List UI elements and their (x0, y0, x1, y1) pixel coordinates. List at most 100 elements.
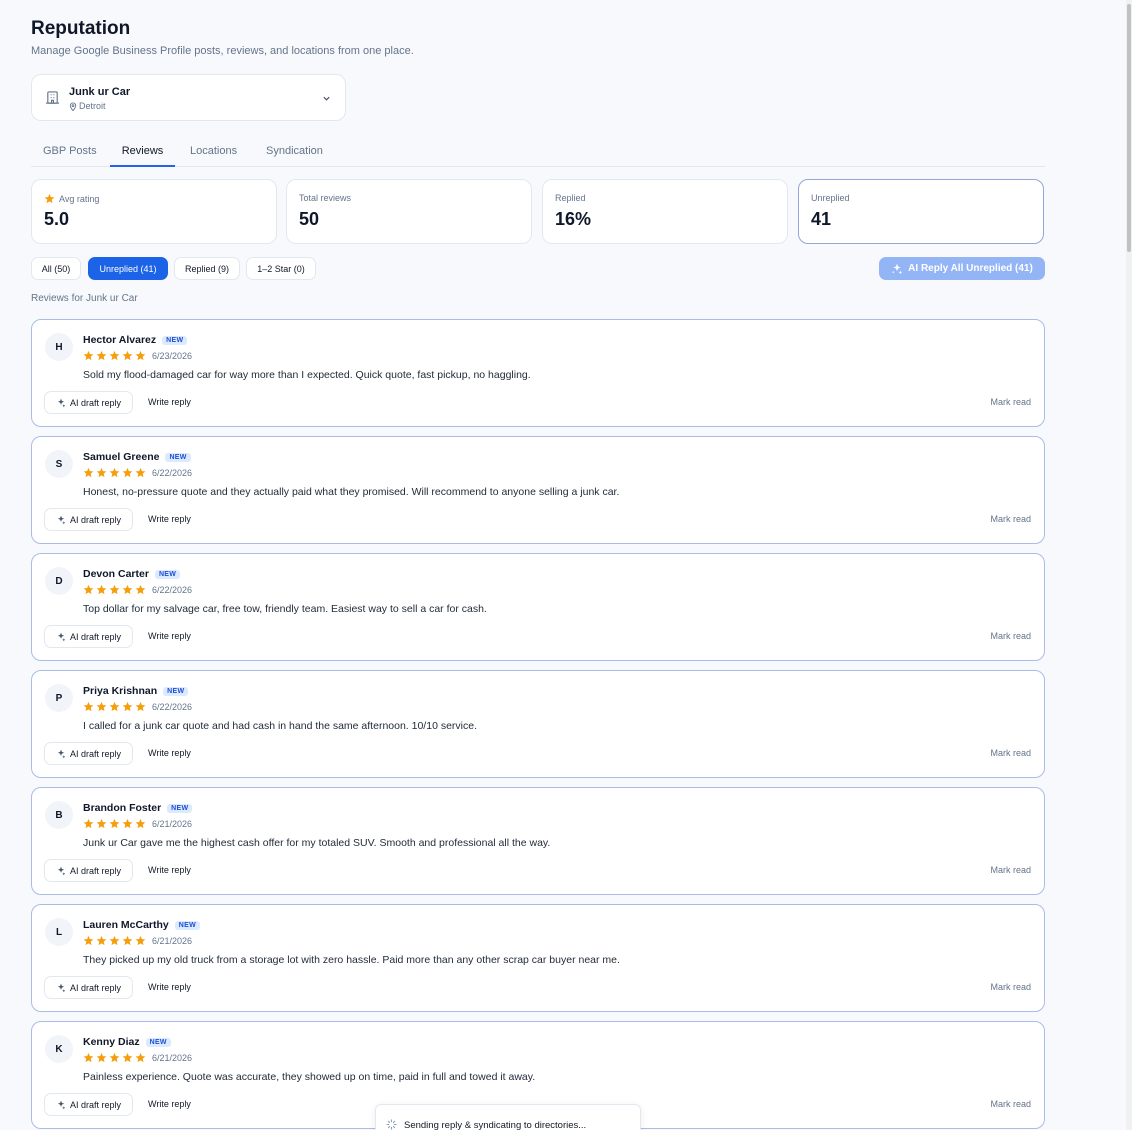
star-icon (122, 701, 133, 712)
review-date: 6/21/2026 (152, 818, 193, 829)
avatar: B (45, 801, 73, 829)
review-date: 6/22/2026 (152, 584, 193, 595)
review-date: 6/23/2026 (152, 350, 193, 361)
sparkle-icon (57, 1100, 66, 1109)
business-name: Junk ur Car (69, 86, 131, 98)
stat-label: Replied (555, 193, 586, 203)
star-icon (122, 818, 133, 829)
star-icon (122, 467, 133, 478)
page-title: Reputation (31, 18, 131, 39)
star-icon (122, 935, 133, 946)
map-pin-icon (69, 102, 77, 111)
stars-group (83, 701, 146, 712)
mark-read-button[interactable]: Mark read (990, 514, 1031, 524)
star-icon (96, 350, 107, 361)
ai-draft-reply-button[interactable]: AI draft reply (44, 859, 133, 882)
review-date: 6/22/2026 (152, 467, 193, 478)
mark-read-button[interactable]: Mark read (990, 865, 1031, 875)
scrollbar-thumb[interactable] (1127, 4, 1131, 252)
write-reply-button[interactable]: Write reply (148, 1099, 191, 1109)
ai-draft-reply-label: AI draft reply (69, 631, 122, 642)
star-icon (109, 584, 120, 595)
stars-group (83, 1052, 146, 1063)
sparkle-icon (57, 632, 66, 641)
ai-draft-reply-button[interactable]: AI draft reply (44, 508, 133, 531)
star-icon (109, 350, 120, 361)
new-badge: NEW (145, 1037, 171, 1047)
star-icon (83, 467, 94, 478)
mark-read-button[interactable]: Mark read (990, 748, 1031, 758)
ai-draft-reply-label: AI draft reply (69, 514, 122, 525)
business-selector[interactable]: Junk ur Car Detroit (31, 74, 346, 121)
business-location: Detroit (69, 101, 106, 111)
star-icon (83, 935, 94, 946)
ai-draft-reply-label: AI draft reply (69, 982, 122, 993)
mark-read-button[interactable]: Mark read (990, 631, 1031, 641)
write-reply-button[interactable]: Write reply (148, 748, 191, 758)
star-icon (135, 1052, 146, 1063)
ai-draft-reply-button[interactable]: AI draft reply (44, 742, 133, 765)
ai-draft-reply-button[interactable]: AI draft reply (44, 976, 133, 999)
ai-draft-reply-label: AI draft reply (69, 865, 122, 876)
scrollbar[interactable] (1126, 0, 1132, 1130)
ai-reply-all-button[interactable]: AI Reply All Unreplied (41) (879, 257, 1045, 280)
filter-replied[interactable]: Replied (9) (174, 257, 240, 280)
star-icon (135, 935, 146, 946)
new-badge: NEW (165, 452, 191, 462)
review-card: L Lauren McCarthy NEW 6/21/2026 They pic… (31, 904, 1045, 1012)
avatar: S (45, 450, 73, 478)
business-location-label: Detroit (79, 101, 106, 111)
star-icon (96, 701, 107, 712)
tab-locations[interactable]: Locations (190, 138, 237, 167)
filter-unreplied[interactable]: Unreplied (41) (88, 257, 168, 280)
star-icon (83, 1052, 94, 1063)
star-icon (109, 1052, 120, 1063)
tab-syndication[interactable]: Syndication (266, 138, 323, 167)
reviewer-name: Samuel Greene (83, 451, 160, 463)
sparkle-icon (57, 866, 66, 875)
filter-low-star[interactable]: 1–2 Star (0) (246, 257, 316, 280)
star-icon (96, 935, 107, 946)
write-reply-button[interactable]: Write reply (148, 631, 191, 641)
star-icon (109, 818, 120, 829)
stat-label: Unreplied (811, 193, 850, 203)
tab-reviews[interactable]: Reviews (110, 138, 175, 167)
review-text: They picked up my old truck from a stora… (83, 954, 620, 966)
ai-draft-reply-button[interactable]: AI draft reply (44, 1093, 133, 1116)
stat-value: 41 (811, 209, 832, 229)
review-text: I called for a junk car quote and had ca… (83, 720, 478, 732)
stat-replied: Replied 16% (542, 179, 788, 244)
avatar: P (45, 684, 73, 712)
star-icon (96, 1052, 107, 1063)
reviewer-name: Kenny Diaz (83, 1036, 140, 1048)
filter-all[interactable]: All (50) (31, 257, 81, 280)
write-reply-button[interactable]: Write reply (148, 865, 191, 875)
stars-group (83, 584, 146, 595)
write-reply-button[interactable]: Write reply (148, 514, 191, 524)
ai-draft-reply-button[interactable]: AI draft reply (44, 391, 133, 414)
sending-toast: Sending reply & syndicating to directori… (375, 1104, 641, 1130)
review-card: H Hector Alvarez NEW 6/23/2026 Sold my f… (31, 319, 1045, 427)
tab-gbp-posts[interactable]: GBP Posts (43, 138, 97, 167)
new-badge: NEW (174, 920, 201, 930)
tab-bar: GBP Posts Reviews Locations Syndication (31, 138, 1045, 167)
new-badge: NEW (167, 803, 193, 813)
stat-unreplied[interactable]: Unreplied 41 (798, 179, 1044, 244)
ai-reply-all-label: AI Reply All Unreplied (41) (908, 263, 1033, 274)
ai-draft-reply-button[interactable]: AI draft reply (44, 625, 133, 648)
review-text: Honest, no-pressure quote and they actua… (83, 486, 620, 498)
star-icon (109, 701, 120, 712)
star-rating: 6/23/2026 (83, 350, 192, 361)
ai-draft-reply-label: AI draft reply (69, 397, 122, 408)
mark-read-button[interactable]: Mark read (990, 397, 1031, 407)
write-reply-button[interactable]: Write reply (148, 397, 191, 407)
reviewer-name: Brandon Foster (83, 802, 162, 814)
star-icon (122, 350, 133, 361)
stars-group (83, 935, 146, 946)
star-icon (96, 467, 107, 478)
mark-read-button[interactable]: Mark read (990, 982, 1031, 992)
mark-read-button[interactable]: Mark read (990, 1099, 1031, 1109)
write-reply-button[interactable]: Write reply (148, 982, 191, 992)
stat-value: 5.0 (44, 209, 70, 229)
chevron-down-icon (323, 96, 330, 101)
